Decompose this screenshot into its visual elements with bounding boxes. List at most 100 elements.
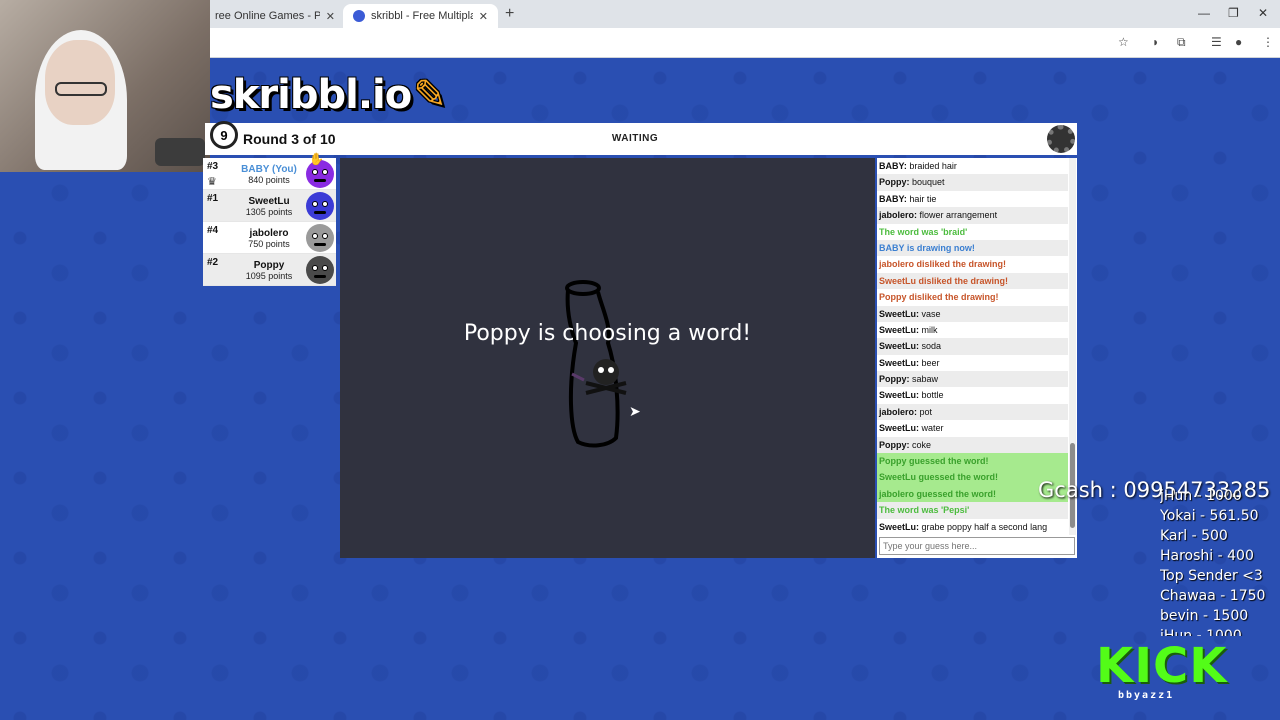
chat-text: SweetLu guessed the word!: [879, 472, 999, 483]
extensions-icon[interactable]: ⧉: [1177, 35, 1186, 50]
skribbl-logo: skribbl.io✎: [210, 72, 447, 118]
reading-list-icon[interactable]: ☰: [1211, 35, 1222, 49]
chat-username: SweetLu:: [879, 521, 920, 532]
tab-online-games[interactable]: ree Online Games - Play Now ✕: [205, 4, 345, 28]
close-tab-icon[interactable]: ✕: [479, 10, 488, 23]
chat-text: jabolero guessed the word!: [879, 488, 997, 499]
chat-text: The word was 'braid': [879, 226, 968, 237]
webcam-feed: [0, 0, 210, 172]
leaderboard-entry: Yokai - 561.50: [1160, 508, 1259, 524]
player-avatar: [306, 192, 334, 220]
skribbl-favicon-icon: [353, 10, 365, 22]
new-tab-icon[interactable]: +: [505, 5, 514, 23]
minimize-icon[interactable]: —: [1198, 6, 1210, 20]
chat-message: jabolero disliked the drawing!: [877, 256, 1068, 272]
chat-message: Poppy disliked the drawing!: [877, 289, 1068, 305]
leaderboard-entry: Karl - 500: [1160, 528, 1228, 544]
chat-message: SweetLu: beer: [877, 355, 1068, 371]
chat-message: BABY: hair tie: [877, 191, 1068, 207]
guess-input[interactable]: [879, 537, 1075, 555]
chat-message: SweetLu: vase: [877, 305, 1068, 322]
leaderboard-entry: bevin - 1500: [1160, 608, 1249, 624]
chat-username: SweetLu:: [879, 357, 920, 368]
chat-text: soda: [921, 341, 942, 352]
donor-leaderboard: jHun - 1000 Yokai - 561.50 Karl - 500 Haros…: [1160, 486, 1280, 636]
close-tab-icon[interactable]: ✕: [326, 10, 335, 23]
chat-message: jabolero: pot: [877, 403, 1068, 421]
drawing-canvas[interactable]: Poppy is choosing a word! ➤: [340, 158, 875, 558]
chat-text: sabaw: [912, 374, 939, 385]
player-row[interactable]: #2 Poppy 1095 points: [203, 254, 336, 286]
chat-text: bottle: [921, 390, 944, 401]
player-name: jabolero: [249, 228, 289, 239]
chat-username: jabolero:: [879, 406, 918, 417]
leaderboard-entry: jHun - 1000: [1160, 488, 1242, 504]
kick-logo: KICK: [1096, 638, 1228, 694]
chat-text: SweetLu disliked the drawing!: [879, 275, 1009, 286]
chat-text: The word was 'Pepsi': [879, 505, 970, 516]
leaderboard-entry: iHun - 1000: [1160, 628, 1242, 636]
tab-skribbl[interactable]: skribbl - Free Multiplayer Draw ✕: [343, 4, 498, 28]
player-row[interactable]: #3 ♛ BABY (You) 840 points ✋: [203, 152, 336, 190]
player-name: BABY (You): [241, 164, 297, 175]
player-avatar: [306, 256, 334, 284]
chat-text: pot: [919, 406, 933, 417]
chat-message: SweetLu: water: [877, 420, 1068, 436]
player-rank: #3: [207, 161, 219, 172]
player-avatar: [306, 224, 334, 252]
pencil-icon: ✎: [413, 72, 447, 118]
game-top-bar: 9 Round 3 of 10 WAITING: [205, 121, 1077, 155]
player-row[interactable]: #1 SweetLu 1305 points: [203, 190, 336, 222]
player-rank: #2: [207, 257, 219, 268]
chat-text: bouquet: [912, 177, 945, 188]
chat-message: BABY is drawing now!: [877, 239, 1068, 257]
maximize-icon[interactable]: ❐: [1228, 6, 1239, 20]
chat-username: SweetLu:: [879, 423, 920, 434]
chat-message: SweetLu: bottle: [877, 387, 1068, 403]
chat-message: Poppy: coke: [877, 436, 1068, 454]
chat-text: braided hair: [909, 161, 957, 171]
chat-message: The word was 'braid': [877, 224, 1068, 240]
choosing-word-overlay: Poppy is choosing a word!: [463, 321, 752, 346]
chat-text: milk: [921, 324, 938, 335]
tab-label: ree Online Games - Play Now: [215, 10, 320, 22]
chat-username: Poppy:: [879, 177, 910, 188]
chat-text: Poppy disliked the drawing!: [879, 292, 999, 303]
round-indicator: Round 3 of 10: [243, 131, 336, 147]
chat-text: flower arrangement: [919, 210, 998, 221]
player-rank: #1: [207, 193, 219, 204]
bottle-drawing: [565, 280, 627, 448]
chat-username: SweetLu:: [879, 341, 920, 352]
chat-message: Poppy: bouquet: [877, 174, 1068, 191]
leaderboard-entry: Top Sender <3: [1160, 568, 1263, 584]
leaderboard-entry: Chawaa - 1750: [1160, 588, 1266, 604]
chat-message: SweetLu: milk: [877, 322, 1068, 338]
player-rank: #4: [207, 225, 219, 236]
chat-text: Poppy guessed the word!: [879, 456, 989, 467]
hand-icon: ✋: [309, 152, 324, 166]
chat-text: vase: [921, 308, 941, 319]
chat-text: hair tie: [909, 193, 937, 204]
chat-text: beer: [921, 357, 940, 368]
player-points: 1095 points: [245, 271, 293, 281]
chat-text: water: [921, 423, 944, 434]
player-points: 1305 points: [245, 207, 293, 217]
player-list: #3 ♛ BABY (You) 840 points ✋ #1 SweetLu …: [203, 152, 336, 286]
profile-icon[interactable]: ●: [1235, 35, 1242, 49]
player-row[interactable]: #4 jabolero 750 points: [203, 222, 336, 254]
kick-username: bbyazz1: [1118, 690, 1175, 701]
settings-gear-icon[interactable]: [1047, 125, 1075, 153]
chat-text: jabolero disliked the drawing!: [879, 259, 1007, 270]
close-window-icon[interactable]: ✕: [1258, 6, 1268, 20]
translate-icon[interactable]: ◗: [1152, 35, 1159, 49]
timer-clock-icon: 9: [210, 121, 238, 149]
chat-username: Poppy:: [879, 374, 910, 385]
chat-message: Poppy guessed the word!: [877, 453, 1068, 470]
player-name: SweetLu: [248, 196, 290, 207]
chat-text: coke: [912, 439, 932, 450]
chat-username: jabolero:: [879, 210, 918, 221]
bookmark-star-icon[interactable]: ☆: [1118, 35, 1129, 49]
menu-dots-icon[interactable]: ⋮: [1262, 35, 1274, 49]
leaderboard-entry: Haroshi - 400: [1160, 548, 1254, 564]
chat-message: The word was 'Pepsi': [877, 502, 1068, 519]
